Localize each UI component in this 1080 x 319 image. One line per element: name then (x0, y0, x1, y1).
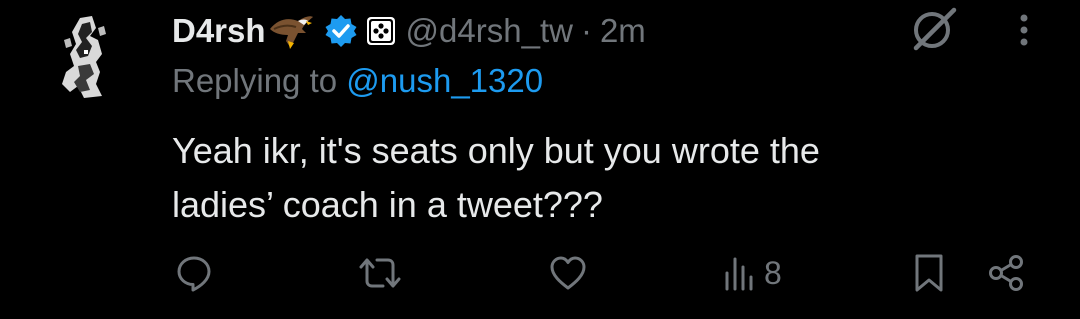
retweet-button[interactable] (357, 250, 403, 296)
reply-icon (177, 256, 211, 292)
reply-button[interactable] (174, 250, 214, 296)
separator-dot: · (580, 12, 592, 49)
reply-mention-link[interactable]: @nush_1320 (346, 62, 543, 99)
tweet-text: Yeah ikr, it's seats only but you wrote … (172, 124, 1012, 232)
replying-to: Replying to @nush_1320 (172, 62, 543, 100)
bookmark-button[interactable] (911, 250, 947, 296)
views-icon (725, 257, 753, 291)
views-button[interactable]: 8 (722, 250, 782, 296)
tweet-timestamp[interactable]: 2m (600, 12, 646, 50)
more-options-icon[interactable] (1006, 10, 1042, 50)
replying-to-label: Replying to (172, 62, 347, 99)
affiliate-badge-icon[interactable] (366, 16, 396, 46)
retweet-icon (359, 258, 401, 288)
avatar[interactable] (40, 10, 132, 102)
tweet-text-line: Yeah ikr, it's seats only but you wrote … (172, 130, 820, 171)
author-display-name[interactable]: D4rsh (172, 12, 266, 50)
bookmark-icon (915, 254, 943, 292)
eagle-emoji-icon (268, 11, 314, 51)
tweet-text-line: ladies’ coach in a tweet??? (172, 184, 603, 225)
avatar-image (40, 10, 132, 102)
author-handle[interactable]: @d4rsh_tw (406, 12, 573, 50)
tweet[interactable]: D4rsh @d4rsh_tw · 2m Replying to @nush_1… (0, 0, 1080, 319)
like-button[interactable] (548, 250, 588, 296)
views-count: 8 (764, 254, 782, 291)
share-icon (989, 255, 1023, 291)
share-button[interactable] (986, 250, 1026, 296)
tweet-header: D4rsh @d4rsh_tw · 2m (172, 8, 646, 54)
grok-icon[interactable] (908, 6, 960, 52)
like-icon (550, 256, 586, 290)
verified-badge-icon[interactable] (324, 14, 358, 48)
